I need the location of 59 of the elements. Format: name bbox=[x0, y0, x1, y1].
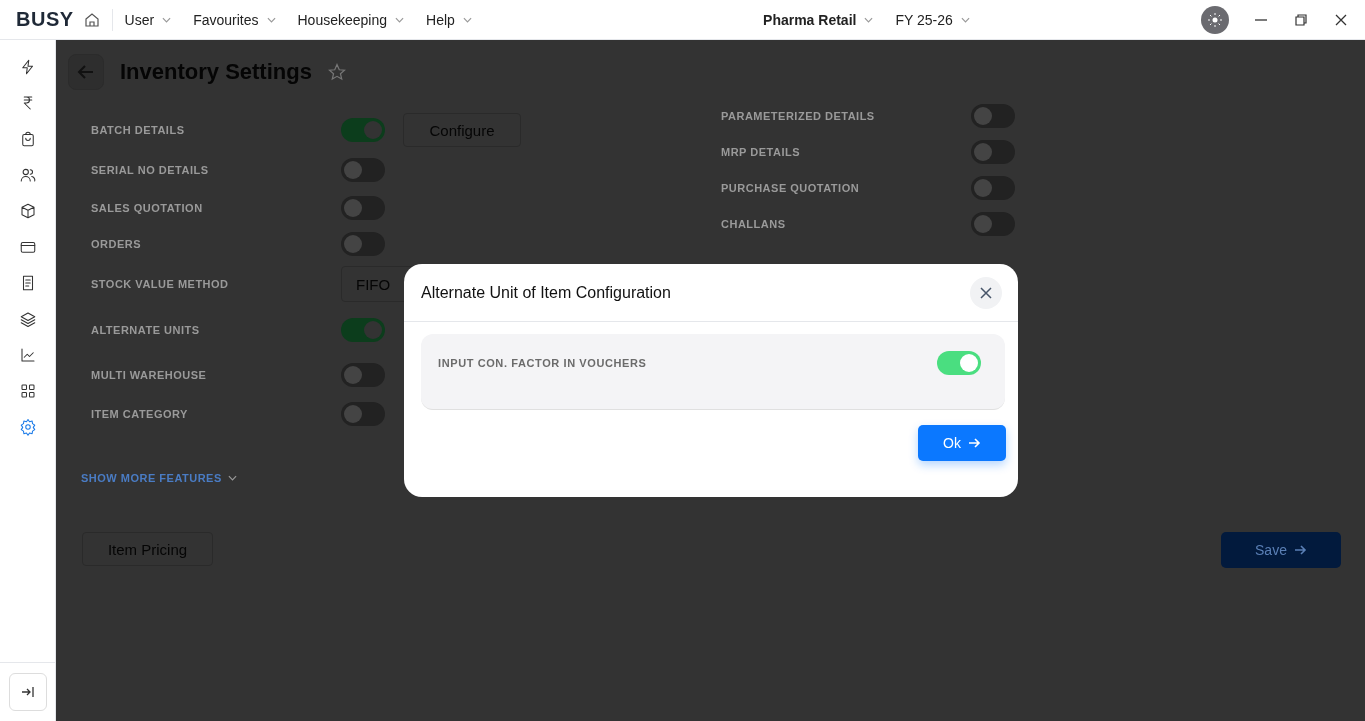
layers-icon[interactable] bbox=[18, 310, 37, 328]
chevron-down-icon bbox=[462, 16, 472, 23]
star-icon[interactable] bbox=[327, 63, 346, 81]
setting-label: SERIAL NO DETAILS bbox=[91, 164, 210, 176]
setting-label: ITEM CATEGORY bbox=[91, 408, 189, 420]
toggle-switch[interactable] bbox=[341, 232, 385, 256]
toggle-switch[interactable] bbox=[937, 351, 981, 375]
back-arrow-icon bbox=[77, 63, 95, 81]
setting-label: PARAMETERIZED DETAILS bbox=[721, 110, 876, 122]
setting-label: MULTI WAREHOUSE bbox=[91, 369, 208, 381]
chevron-down-icon bbox=[864, 16, 874, 23]
ok-button[interactable]: Ok bbox=[918, 425, 1006, 461]
menu-item[interactable]: Housekeeping bbox=[297, 11, 404, 28]
chevron-down-icon bbox=[227, 475, 237, 481]
toggle-switch[interactable] bbox=[341, 118, 385, 142]
year-selector[interactable]: FY 25-26 bbox=[895, 11, 970, 28]
toggle-switch[interactable] bbox=[341, 363, 385, 387]
chevron-down-icon bbox=[395, 16, 404, 23]
sun-icon bbox=[1208, 12, 1222, 27]
cube-icon[interactable] bbox=[18, 202, 37, 220]
setting-label: PURCHASE QUOTATION bbox=[721, 182, 861, 194]
grid-icon[interactable] bbox=[18, 382, 37, 400]
company-selector[interactable]: Pharma Retail bbox=[763, 11, 874, 28]
restore-icon[interactable] bbox=[1293, 11, 1309, 28]
toggle-switch[interactable] bbox=[341, 158, 385, 182]
app-logo: BUSY bbox=[16, 8, 74, 31]
toggle-switch[interactable] bbox=[971, 140, 1015, 164]
menu-item[interactable]: User bbox=[124, 11, 172, 28]
setting-label: CHALLANS bbox=[721, 218, 787, 230]
menu-item[interactable]: Help bbox=[426, 11, 472, 28]
setting-label: BATCH DETAILS bbox=[91, 124, 186, 136]
expand-sidebar-button[interactable] bbox=[8, 673, 47, 711]
menu-item[interactable]: Favourites bbox=[193, 11, 276, 28]
setting-label: STOCK VALUE METHOD bbox=[91, 278, 230, 290]
home-icon[interactable] bbox=[83, 11, 100, 28]
theme-toggle[interactable] bbox=[1201, 5, 1229, 34]
chevron-down-icon bbox=[266, 16, 276, 23]
arrow-right-icon bbox=[1292, 543, 1307, 557]
setting-label: ALTERNATE UNITS bbox=[91, 324, 201, 336]
arrow-to-line-icon bbox=[20, 685, 35, 699]
setting-label: ORDERS bbox=[91, 238, 143, 250]
toggle-switch[interactable] bbox=[341, 318, 385, 342]
setting-label: MRP DETAILS bbox=[721, 146, 802, 158]
chevron-down-icon bbox=[162, 16, 172, 23]
toggle-switch[interactable] bbox=[341, 402, 385, 426]
users-icon[interactable] bbox=[18, 166, 37, 184]
chevron-down-icon bbox=[960, 16, 970, 23]
save-button[interactable]: Save bbox=[1221, 532, 1341, 568]
settings-icon[interactable] bbox=[18, 418, 37, 436]
toggle-switch[interactable] bbox=[341, 196, 385, 220]
setting-label: SALES QUOTATION bbox=[91, 202, 204, 214]
toggle-switch[interactable] bbox=[971, 104, 1015, 128]
close-icon bbox=[980, 286, 992, 299]
arrow-right-icon bbox=[966, 436, 981, 450]
line-chart-icon[interactable] bbox=[18, 346, 37, 364]
toggle-switch[interactable] bbox=[971, 176, 1015, 200]
toggle-switch[interactable] bbox=[971, 212, 1015, 236]
setting-label: INPUT CON. FACTOR IN VOUCHERS bbox=[438, 357, 647, 369]
close-button[interactable] bbox=[970, 276, 1002, 309]
